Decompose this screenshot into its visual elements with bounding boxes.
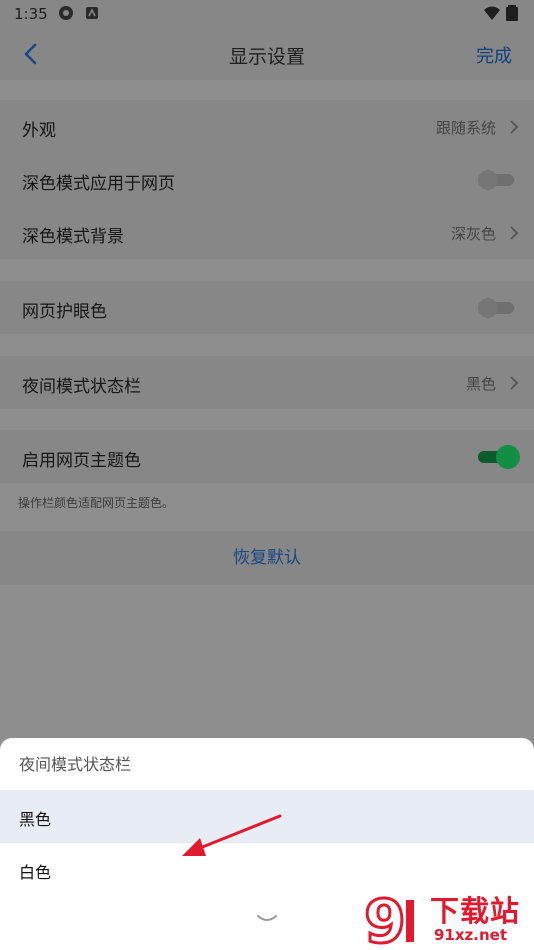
settings-group-theme-color: 启用网页主题色 [0, 430, 534, 483]
theme-color-label: 启用网页主题色 [22, 451, 141, 471]
settings-group-appearance: 外观 跟随系统 深色模式应用于网页 深色模式背景 深灰色 [0, 100, 534, 259]
status-time: 1:35 [14, 5, 48, 23]
download-notification-icon [86, 7, 98, 19]
dark-web-label: 深色模式应用于网页 [22, 174, 175, 194]
dark-background-value: 深灰色 [450, 225, 496, 243]
eye-care-row: 网页护眼色 [0, 281, 534, 334]
sheet-title: 夜间模式状态栏 [19, 755, 132, 774]
watermark: 9 下载站 91xz.net [358, 888, 534, 950]
page-title: 显示设置 [228, 46, 305, 68]
dark-background-label: 深色模式背景 [22, 227, 124, 247]
settings-group-eye-care: 网页护眼色 [0, 281, 534, 334]
svg-text:9: 9 [364, 890, 406, 948]
chevron-right-icon [510, 226, 519, 240]
app-notification-icon [59, 6, 73, 20]
settings-group-night-status-bar: 夜间模式状态栏 黑色 [0, 356, 534, 409]
option-label: 白色 [19, 863, 52, 882]
collapse-chevron-icon[interactable] [256, 914, 278, 924]
theme-color-toggle[interactable] [478, 445, 520, 469]
chevron-right-icon [510, 120, 519, 134]
option-label: 黑色 [19, 810, 52, 829]
watermark-brand: 下载站 [430, 894, 521, 928]
restore-default-button[interactable]: 恢复默认 [0, 531, 534, 585]
watermark-logo: 9 [363, 890, 414, 948]
theme-color-row: 启用网页主题色 [0, 430, 534, 483]
night-status-bar-value: 黑色 [465, 375, 496, 393]
dark-web-row: 深色模式应用于网页 [0, 153, 534, 206]
appearance-value: 跟随系统 [435, 119, 496, 137]
option-black[interactable]: 黑色 [0, 790, 534, 843]
status-bar: 1:35 [0, 0, 534, 28]
night-status-bar-label: 夜间模式状态栏 [22, 377, 141, 397]
done-button[interactable]: 完成 [476, 42, 512, 68]
nav-bar: 显示设置 完成 [0, 28, 534, 80]
appearance-label: 外观 [22, 121, 56, 141]
eye-care-label: 网页护眼色 [22, 302, 107, 322]
wifi-icon [484, 6, 500, 20]
theme-color-hint: 操作栏颜色适配网页主题色。 [18, 496, 175, 510]
night-status-bar-row[interactable]: 夜间模式状态栏 黑色 [0, 356, 534, 409]
dark-web-toggle[interactable] [478, 170, 514, 190]
appearance-row[interactable]: 外观 跟随系统 [0, 100, 534, 153]
battery-icon [506, 5, 518, 21]
chevron-right-icon [510, 376, 519, 390]
dark-background-row[interactable]: 深色模式背景 深灰色 [0, 206, 534, 259]
watermark-url: 91xz.net [434, 926, 508, 944]
eye-care-toggle[interactable] [478, 298, 514, 318]
